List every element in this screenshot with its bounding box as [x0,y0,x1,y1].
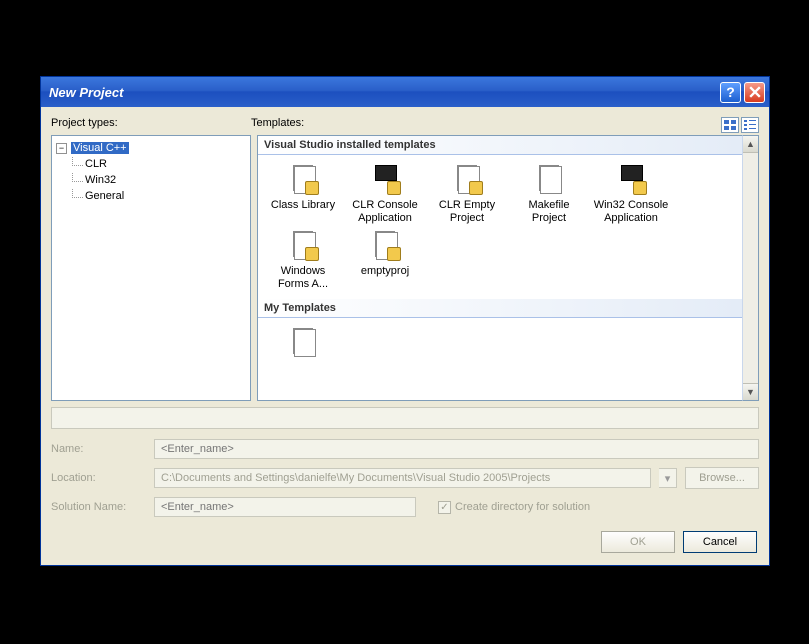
scroll-down-icon[interactable]: ▼ [743,383,758,400]
close-button[interactable] [744,82,765,103]
template-label: Class Library [271,199,335,212]
project-icon [369,229,401,261]
tree-item-general[interactable]: General [54,188,248,204]
project-icon [451,163,483,195]
tree-item-label: Visual C++ [71,142,129,154]
tree-item-clr[interactable]: CLR [54,156,248,172]
template-my-empty[interactable] [262,326,344,362]
project-icon [615,163,647,195]
project-icon [287,326,319,358]
templates-list[interactable]: Visual Studio installed templates Class … [257,135,742,401]
location-dropdown-button[interactable]: ▾ [659,468,677,488]
template-label: CLR Empty Project [428,199,506,225]
ok-button[interactable]: OK [601,531,675,553]
project-types-tree[interactable]: − Visual C++ CLR Win32 General [51,135,251,401]
scroll-track[interactable] [743,153,758,383]
template-class-library[interactable]: Class Library [262,163,344,225]
project-types-label: Project types: [51,117,251,133]
name-input[interactable] [154,439,759,459]
template-label: Makefile Project [510,199,588,225]
my-templates-header: My Templates [258,299,742,318]
template-label: emptyproj [361,265,409,278]
titlebar: New Project ? [41,77,769,107]
tree-item-visual-cpp[interactable]: − Visual C++ [54,140,248,156]
scroll-up-icon[interactable]: ▲ [743,136,758,153]
location-label: Location: [51,472,146,484]
template-label: Windows Forms A... [264,265,342,291]
view-large-icons-button[interactable] [721,117,739,133]
chevron-down-icon: ▾ [665,472,671,485]
project-icon [533,163,565,195]
tree-collapse-icon[interactable]: − [56,143,67,154]
create-directory-label: Create directory for solution [455,501,590,513]
templates-scrollbar[interactable]: ▲ ▼ [742,135,759,401]
browse-button[interactable]: Browse... [685,467,759,489]
create-directory-checkbox[interactable]: ✓ [438,501,451,514]
solution-name-input[interactable] [154,497,416,517]
new-project-dialog: New Project ? Project types: Templates: [40,76,770,566]
template-emptyproj[interactable]: emptyproj [344,229,426,291]
name-label: Name: [51,443,146,455]
project-icon [287,163,319,195]
view-small-icons-button[interactable] [741,117,759,133]
template-makefile[interactable]: Makefile Project [508,163,590,225]
small-icons-icon [744,120,756,130]
cancel-button[interactable]: Cancel [683,531,757,553]
installed-templates-header: Visual Studio installed templates [258,136,742,155]
large-icons-icon [724,120,736,130]
tree-item-label: CLR [85,158,107,170]
template-clr-console[interactable]: CLR Console Application [344,163,426,225]
project-icon [369,163,401,195]
close-icon [749,86,761,98]
tree-item-label: General [85,190,124,202]
templates-label: Templates: [251,117,721,133]
tree-item-label: Win32 [85,174,116,186]
tree-item-win32[interactable]: Win32 [54,172,248,188]
description-bar [51,407,759,429]
help-button[interactable]: ? [720,82,741,103]
template-win32-console[interactable]: Win32 Console Application [590,163,672,225]
template-windows-forms[interactable]: Windows Forms A... [262,229,344,291]
location-input[interactable] [154,468,651,488]
project-icon [287,229,319,261]
template-clr-empty[interactable]: CLR Empty Project [426,163,508,225]
template-label: CLR Console Application [346,199,424,225]
window-title: New Project [49,85,720,100]
template-label: Win32 Console Application [592,199,670,225]
solution-name-label: Solution Name: [51,501,146,513]
